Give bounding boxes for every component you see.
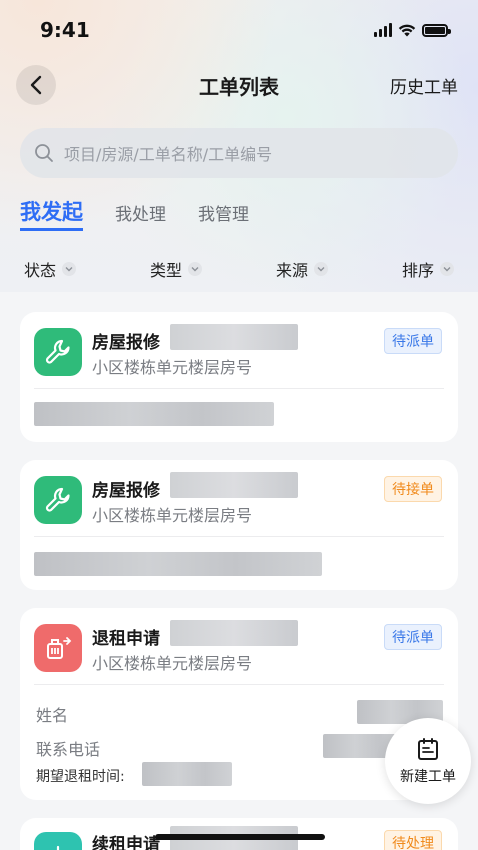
redacted-text (170, 472, 298, 498)
nav-bar: 工单列表 历史工单 (0, 62, 478, 108)
new-order-icon (418, 738, 438, 760)
filter-label: 类型 (149, 261, 182, 280)
search-icon (35, 144, 53, 162)
divider (34, 536, 444, 537)
redacted-text (34, 552, 322, 576)
wrench-icon (34, 476, 82, 524)
status-bar: 9:41 (0, 0, 478, 60)
field-name-label: 姓名 (36, 706, 69, 725)
redacted-text (34, 402, 274, 426)
renew-icon (34, 832, 82, 850)
chevron-down-icon (313, 262, 328, 276)
chevron-down-icon (62, 262, 77, 276)
move-out-icon (34, 624, 82, 672)
status-badge: 待处理 (384, 830, 442, 850)
chevron-down-icon (439, 262, 454, 276)
divider (34, 684, 444, 685)
status-icons (374, 23, 451, 37)
tab-managed[interactable]: 我管理 (198, 200, 249, 231)
history-orders-link[interactable]: 历史工单 (390, 73, 458, 98)
filter-sort[interactable]: 排序 (402, 257, 454, 281)
status-time: 9:41 (40, 18, 90, 42)
field-date-label: 期望退租时间: (36, 769, 125, 785)
filter-source[interactable]: 来源 (276, 257, 328, 281)
field-phone-label: 联系电话 (36, 740, 101, 759)
filter-label: 状态 (24, 261, 57, 280)
wrench-icon (34, 328, 82, 376)
card-address: 小区楼栋单元楼层房号 (92, 654, 253, 673)
filter-type[interactable]: 类型 (150, 257, 202, 281)
new-order-button[interactable]: 新建工单 (385, 718, 471, 804)
battery-icon (422, 23, 451, 37)
status-badge: 待派单 (384, 328, 442, 354)
status-badge: 待派单 (384, 624, 442, 650)
filter-label: 排序 (401, 261, 434, 280)
order-card[interactable]: 房屋报修 小区楼栋单元楼层房号 待接单 (20, 460, 458, 590)
card-title: 退租申请 (92, 629, 160, 649)
filter-label: 来源 (275, 261, 308, 280)
filter-status[interactable]: 状态 (24, 257, 77, 281)
card-address: 小区楼栋单元楼层房号 (92, 506, 253, 525)
card-address: 小区楼栋单元楼层房号 (92, 358, 253, 377)
tab-bar: 我发起 我处理 我管理 (20, 196, 249, 231)
signal-icon (374, 23, 392, 37)
wifi-icon (398, 24, 416, 37)
new-order-label: 新建工单 (400, 769, 456, 785)
redacted-text (170, 620, 298, 646)
card-title: 房屋报修 (92, 333, 160, 353)
search-placeholder: 项目/房源/工单名称/工单编号 (64, 145, 273, 164)
tab-handled[interactable]: 我处理 (115, 200, 166, 231)
redacted-text (142, 762, 232, 786)
redacted-text (170, 324, 298, 350)
home-indicator (155, 834, 325, 840)
divider (34, 388, 444, 389)
card-title: 续租申请 (92, 835, 160, 850)
search-input[interactable]: 项目/房源/工单名称/工单编号 (20, 128, 458, 178)
chevron-down-icon (188, 262, 202, 276)
order-card[interactable]: 房屋报修 小区楼栋单元楼层房号 待派单 (20, 312, 458, 442)
filter-bar: 状态 类型 来源 排序 (0, 254, 478, 284)
tab-initiated[interactable]: 我发起 (20, 196, 83, 231)
status-badge: 待接单 (384, 476, 442, 502)
card-title: 房屋报修 (92, 481, 160, 501)
